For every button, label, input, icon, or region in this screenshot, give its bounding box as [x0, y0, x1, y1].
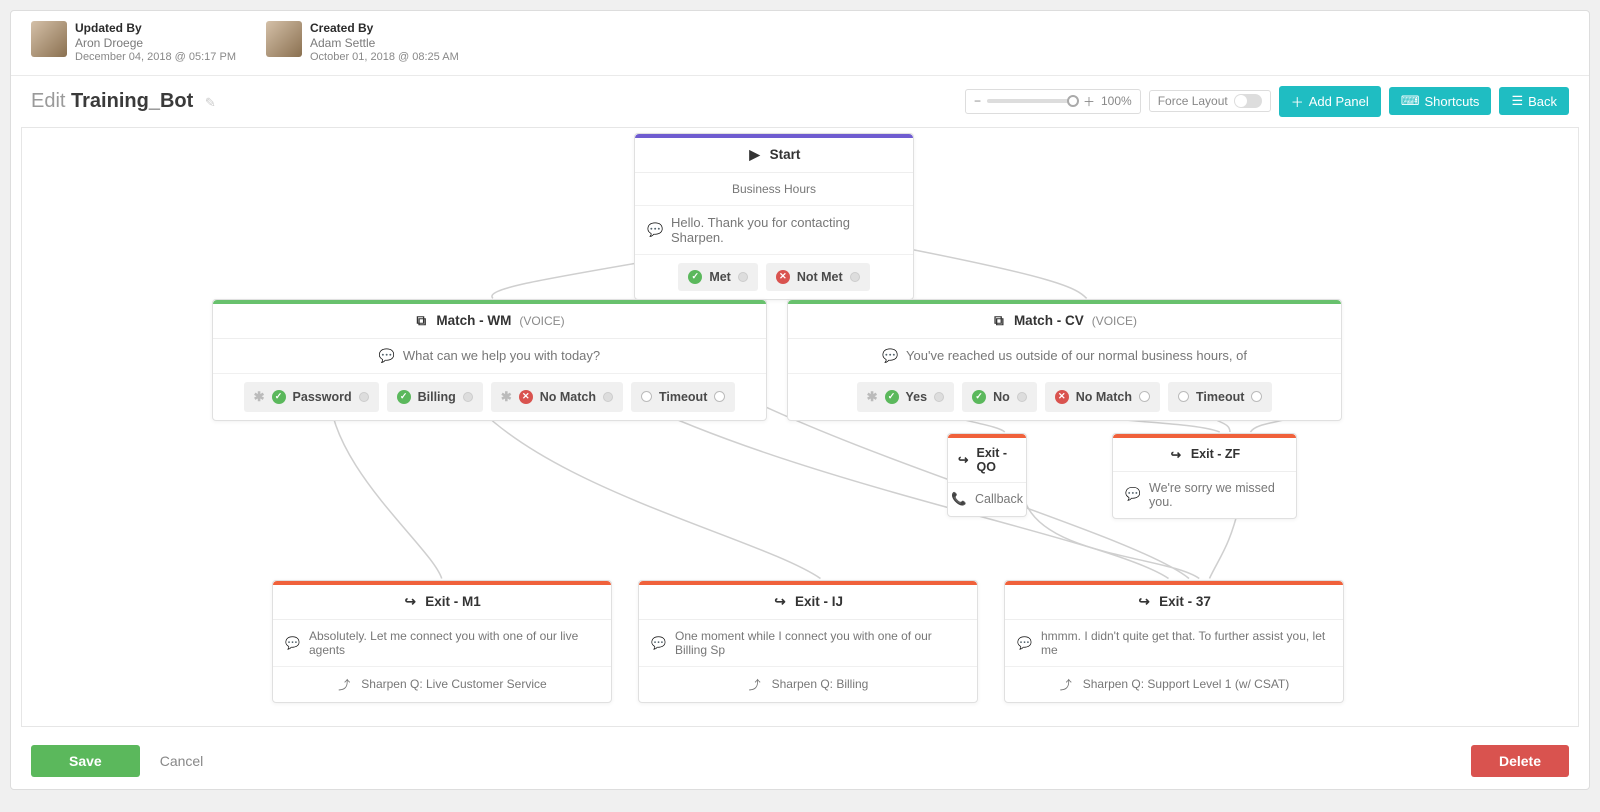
exit-icon: ↪ — [773, 594, 787, 610]
node-match-wm[interactable]: ⧉ Match - WM (VOICE) 💬 What can we help … — [212, 299, 767, 421]
option-timeout[interactable]: Timeout — [1168, 382, 1272, 412]
created-by-name: Adam Settle — [310, 36, 459, 51]
chat-icon: 💬 — [651, 636, 665, 650]
cancel-link[interactable]: Cancel — [160, 753, 204, 769]
chat-icon: 💬 — [1125, 487, 1139, 502]
zoom-control[interactable]: − ＋ 100% — [965, 89, 1141, 114]
zoom-out-icon[interactable]: − — [974, 94, 981, 108]
share-icon: ⤴ — [1059, 676, 1073, 693]
node-match-cv[interactable]: ⧉ Match - CV (VOICE) 💬 You've reached us… — [787, 299, 1342, 421]
force-layout-toggle[interactable]: Force Layout — [1149, 90, 1271, 112]
option-password[interactable]: ✱✓Password — [244, 382, 379, 412]
edit-icon[interactable]: ✎ — [205, 95, 216, 110]
back-button[interactable]: ☰ Back — [1499, 87, 1569, 115]
zoom-in-icon[interactable]: ＋ — [1083, 93, 1095, 110]
chat-icon: 💬 — [882, 348, 896, 364]
plus-icon: ＋ — [1291, 92, 1304, 111]
exit-icon: ↪ — [1137, 594, 1151, 610]
exit-icon: ↪ — [403, 594, 417, 610]
zoom-value: 100% — [1101, 94, 1132, 108]
share-icon: ⤴ — [748, 676, 762, 693]
chat-icon: 💬 — [379, 348, 393, 364]
updated-by-date: December 04, 2018 @ 05:17 PM — [75, 51, 236, 65]
node-exit-37[interactable]: ↪ Exit - 37 💬 hmmm. I didn't quite get t… — [1004, 580, 1344, 703]
option-met[interactable]: ✓Met — [678, 263, 758, 291]
created-by-date: October 01, 2018 @ 08:25 AM — [310, 51, 459, 65]
flow-canvas[interactable]: ▶ Start Business Hours 💬 Hello. Thank yo… — [21, 127, 1579, 727]
play-icon: ▶ — [748, 147, 762, 163]
copy-icon: ⧉ — [414, 313, 428, 329]
updated-by-block: Updated By Aron Droege December 04, 2018… — [31, 21, 236, 65]
option-no-match[interactable]: ✕No Match — [1045, 382, 1160, 412]
option-no-match[interactable]: ✱✕No Match — [491, 382, 623, 412]
option-timeout[interactable]: Timeout — [631, 382, 735, 412]
node-exit-m1[interactable]: ↪ Exit - M1 💬 Absolutely. Let me connect… — [272, 580, 612, 703]
created-by-label: Created By — [310, 21, 459, 36]
updated-by-name: Aron Droege — [75, 36, 236, 51]
option-no[interactable]: ✓No — [962, 382, 1037, 412]
list-icon: ☰ — [1511, 93, 1523, 109]
chat-icon: 💬 — [647, 222, 661, 238]
chat-icon: 💬 — [1017, 636, 1031, 650]
node-exit-ij[interactable]: ↪ Exit - IJ 💬 One moment while I connect… — [638, 580, 978, 703]
save-button[interactable]: Save — [31, 745, 140, 777]
updated-by-label: Updated By — [75, 21, 236, 36]
page-title: Edit Training_Bot ✎ — [31, 90, 216, 113]
avatar — [266, 21, 302, 57]
node-exit-qo[interactable]: ↪ Exit - QO 📞 Callback — [947, 433, 1027, 517]
node-subtitle: Business Hours — [635, 173, 913, 206]
chat-icon: 💬 — [285, 636, 299, 650]
exit-icon: ↪ — [958, 452, 968, 467]
keyboard-icon: ⌨ — [1401, 93, 1420, 109]
created-by-block: Created By Adam Settle October 01, 2018 … — [266, 21, 459, 65]
copy-icon: ⧉ — [992, 313, 1006, 329]
shortcuts-button[interactable]: ⌨ Shortcuts — [1389, 87, 1492, 115]
option-not-met[interactable]: ✕Not Met — [766, 263, 870, 291]
add-panel-button[interactable]: ＋ Add Panel — [1279, 86, 1381, 117]
delete-button[interactable]: Delete — [1471, 745, 1569, 777]
option-yes[interactable]: ✱✓Yes — [857, 382, 954, 412]
phone-icon: 📞 — [951, 492, 965, 507]
avatar — [31, 21, 67, 57]
share-icon: ⤴ — [337, 676, 351, 693]
exit-icon: ↪ — [1169, 447, 1183, 462]
node-start[interactable]: ▶ Start Business Hours 💬 Hello. Thank yo… — [634, 133, 914, 300]
option-billing[interactable]: ✓Billing — [387, 382, 483, 412]
node-exit-zf[interactable]: ↪ Exit - ZF 💬 We're sorry we missed you. — [1112, 433, 1297, 519]
